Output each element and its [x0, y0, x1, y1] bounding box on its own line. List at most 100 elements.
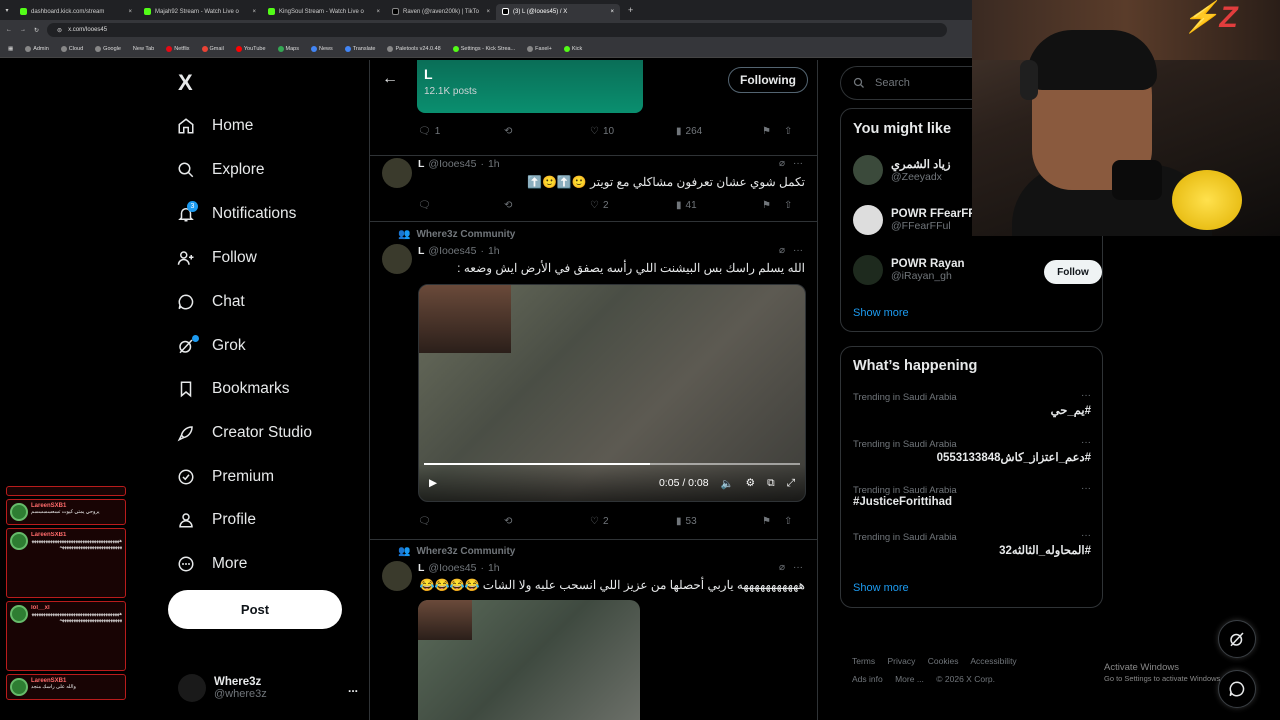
bookmark-item[interactable]: Faxel+	[527, 45, 552, 52]
fullscreen-icon[interactable]: ⤢	[787, 477, 795, 490]
nav-item-more[interactable]: More	[176, 554, 247, 574]
account-menu-icon[interactable]: ...	[348, 681, 358, 695]
close-icon[interactable]: ×	[128, 9, 132, 15]
trend-item[interactable]: Trending in Saudi Arabia #دعم_اعتزاز_كاش…	[853, 437, 1091, 464]
bookmark-item[interactable]: YouTube	[235, 45, 266, 52]
tab-menu-icon[interactable]: ▾	[0, 7, 14, 14]
like-button[interactable]: ♡ 2	[590, 516, 676, 527]
footer-link[interactable]: Accessibility	[970, 656, 1016, 666]
community-label[interactable]: 👥 Where3z Community	[398, 546, 515, 557]
retweet-button[interactable]: ⟲	[504, 200, 590, 211]
nav-item-premium[interactable]: Premium	[176, 467, 274, 487]
bookmark-item[interactable]: Cloud	[60, 45, 83, 52]
close-icon[interactable]: ×	[376, 9, 380, 15]
bookmark-item[interactable]: Kick	[563, 45, 582, 52]
more-icon[interactable]: ···	[1081, 390, 1091, 401]
reload-icon[interactable]: ↻	[34, 27, 39, 34]
nav-item-home[interactable]: Home	[176, 116, 253, 136]
grok-fab-button[interactable]	[1218, 620, 1256, 658]
video-player[interactable]: ▶ 0:05 / 0:08 🔈 ⚙ ⧉ ⤢	[418, 284, 806, 502]
bookmark-item[interactable]: Admin	[25, 45, 49, 52]
reply-button[interactable]: 🗨 1	[418, 126, 504, 137]
more-icon[interactable]: ···	[1081, 530, 1091, 541]
messages-fab-button[interactable]	[1218, 670, 1256, 708]
browser-tab[interactable]: Raven (@raven200k) | TikTo ×	[386, 4, 496, 20]
show-more-link[interactable]: Show more	[853, 307, 909, 319]
like-button[interactable]: ♡ 10	[590, 126, 676, 137]
reply-button[interactable]: 🗨	[418, 200, 504, 211]
bookmark-item[interactable]: Maps	[277, 45, 299, 52]
post-button[interactable]: Post	[168, 590, 342, 629]
show-more-link[interactable]: Show more	[853, 582, 909, 594]
footer-link[interactable]: Terms	[852, 656, 875, 666]
views-button[interactable]: ▮ 53	[676, 516, 762, 527]
bookmark-item[interactable]: Translate	[344, 45, 375, 52]
tweet[interactable]: 👥 Where3z Community L @Iooes45 · 1h ⌀ ··· الل…	[370, 222, 817, 540]
share-button[interactable]: ⇧	[784, 200, 792, 211]
nav-item-bookmarks[interactable]: Bookmarks	[176, 379, 290, 399]
back-arrow-icon[interactable]: ←	[382, 70, 398, 88]
tweet-menu[interactable]: ⌀ ···	[779, 158, 803, 169]
close-icon[interactable]: ×	[252, 9, 256, 15]
bookmark-item[interactable]: Paletools v24.0.48	[387, 45, 441, 52]
new-tab-button[interactable]: +	[628, 5, 633, 15]
bookmark-button[interactable]: ⚑	[762, 126, 784, 137]
forward-icon[interactable]: →	[20, 27, 26, 33]
share-button[interactable]: ⇧	[784, 126, 792, 137]
more-icon[interactable]: ···	[1081, 437, 1091, 448]
play-icon[interactable]: ▶	[429, 477, 437, 489]
views-button[interactable]: ▮ 41	[676, 200, 762, 211]
tweet-menu[interactable]: ⌀ ···	[779, 562, 803, 573]
back-icon[interactable]: ←	[6, 27, 12, 33]
close-icon[interactable]: ×	[610, 9, 614, 15]
close-icon[interactable]: ×	[486, 9, 490, 15]
browser-tab-active[interactable]: (3) L (@Iooes45) / X ×	[496, 3, 620, 20]
tweet-menu[interactable]: ⌀ ···	[779, 245, 803, 256]
bookmark-item[interactable]: Settings - Kick Strea...	[452, 45, 515, 52]
browser-tab[interactable]: KingSoul Stream - Watch Live o ×	[262, 4, 386, 20]
bookmark-item[interactable]: News	[310, 45, 333, 52]
tweet[interactable]: 👥 Where3z Community L @Iooes45 · 1h ⌀ ··· ههه…	[370, 540, 817, 720]
following-button[interactable]: Following	[728, 67, 808, 93]
trend-item[interactable]: Trending in Saudi Arabia #JusticeForitti…	[853, 483, 1091, 508]
footer-link[interactable]: More ...	[895, 674, 924, 684]
bookmark-item[interactable]: Netflix	[166, 45, 190, 52]
pip-icon[interactable]: ⧉	[767, 477, 775, 490]
bookmark-button[interactable]: ⚑	[762, 516, 784, 527]
reply-button[interactable]: 🗨	[418, 516, 504, 527]
nav-item-notifications[interactable]: 3 Notifications	[176, 201, 296, 224]
bookmark-item[interactable]: Google	[95, 45, 121, 52]
nav-item-explore[interactable]: Explore	[176, 160, 265, 180]
tweet[interactable]: L @Iooes45 · 1h ⌀ ··· تكمل شوي عشان تعرفون م…	[370, 148, 817, 222]
retweet-button[interactable]: ⟲	[504, 516, 590, 527]
views-button[interactable]: ▮ 264	[676, 126, 762, 137]
footer-link[interactable]: Ads info	[852, 674, 883, 684]
footer-link[interactable]: Privacy	[888, 656, 916, 666]
nav-item-profile[interactable]: Profile	[176, 510, 256, 530]
tweet-media-image[interactable]	[418, 600, 640, 720]
search-input[interactable]: Search	[840, 66, 972, 100]
browser-tab[interactable]: Majah92 Stream - Watch Live o ×	[138, 4, 262, 20]
like-button[interactable]: ♡ 2	[590, 200, 676, 211]
site-info-icon[interactable]: ⊜	[57, 27, 62, 34]
settings-icon[interactable]: ⚙	[746, 477, 755, 489]
x-logo-icon[interactable]: X	[178, 70, 193, 96]
nav-item-creator-studio[interactable]: Creator Studio	[176, 423, 312, 443]
url-field[interactable]: ⊜ x.com/Iooes45	[47, 23, 948, 37]
bookmark-item[interactable]: New Tab	[133, 46, 154, 52]
browser-tab[interactable]: dashboard.kick.com/stream ×	[14, 4, 138, 20]
bookmark-item[interactable]: Gmail	[201, 45, 224, 52]
nav-item-chat[interactable]: Chat	[176, 292, 245, 312]
volume-icon[interactable]: 🔈	[721, 477, 734, 490]
nav-item-follow[interactable]: Follow	[176, 248, 257, 268]
apps-icon[interactable]: ▦	[8, 46, 13, 52]
bookmark-button[interactable]: ⚑	[762, 200, 784, 211]
share-button[interactable]: ⇧	[784, 516, 792, 527]
trend-item[interactable]: Trending in Saudi Arabia #المحاوله_الثال…	[853, 530, 1091, 557]
suggested-user[interactable]: POWR Rayan @iRayan_gh Follow	[853, 253, 1102, 287]
follow-button[interactable]: Follow	[1044, 260, 1102, 284]
retweet-button[interactable]: ⟲	[504, 126, 590, 137]
account-switcher[interactable]: Where3z @where3z ...	[178, 668, 358, 708]
more-icon[interactable]: ···	[1081, 483, 1091, 494]
community-label[interactable]: 👥 Where3z Community	[398, 229, 515, 240]
